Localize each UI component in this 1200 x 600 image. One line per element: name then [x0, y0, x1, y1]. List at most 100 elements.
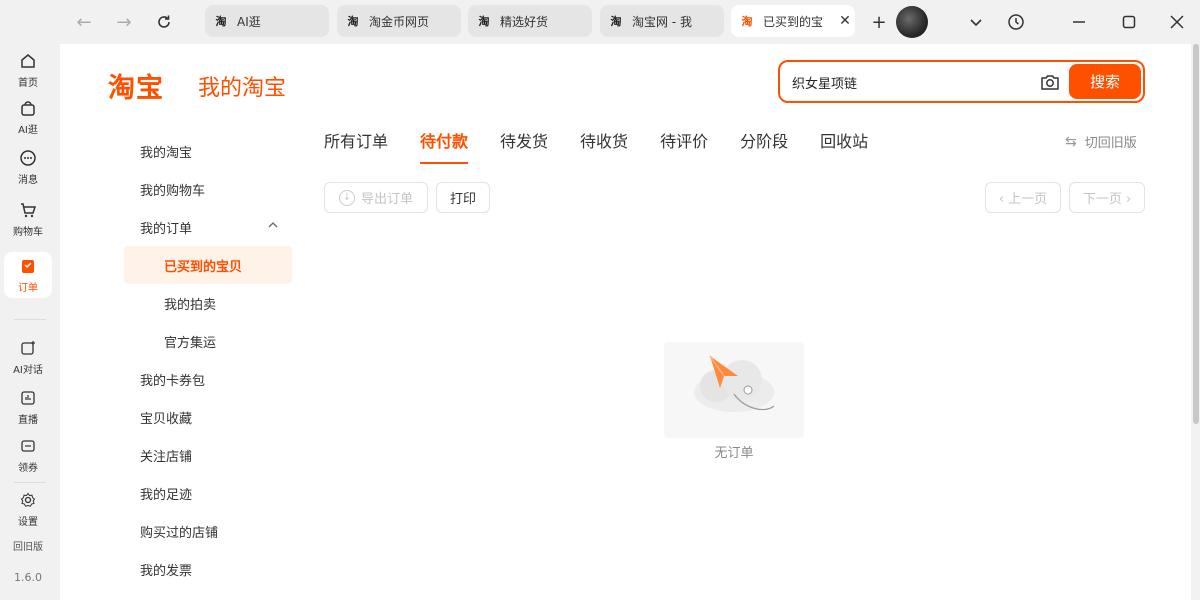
taobao-tab-icon: 淘 — [741, 15, 753, 28]
search-button[interactable]: 搜索 — [1069, 64, 1141, 99]
settings-icon — [18, 490, 38, 510]
tab-label: 精选好货 — [500, 14, 549, 29]
sidenav-item-cart[interactable]: 我的购物车 — [124, 170, 292, 208]
rail-item-messages[interactable]: 消息 — [4, 144, 52, 190]
export-orders-button[interactable]: ↓ 导出订单 — [324, 182, 428, 213]
version-label: 1.6.0 — [14, 571, 42, 584]
tab-label: 淘宝网 - 我 — [632, 14, 692, 29]
rail-label: AI逛 — [18, 125, 38, 136]
tab-label: 淘金币网页 — [369, 14, 430, 29]
prev-page-button[interactable]: ‹ 上一页 — [985, 182, 1061, 213]
bag-icon — [18, 98, 38, 118]
print-button[interactable]: 打印 — [436, 182, 490, 213]
taobao-tab-icon: 淘 — [478, 15, 490, 28]
window-close-icon[interactable] — [1162, 8, 1192, 36]
tab-all-orders[interactable]: 所有订单 — [324, 128, 388, 164]
order-icon — [18, 256, 38, 276]
sidenav-item-my-orders[interactable]: 我的订单 — [124, 208, 292, 246]
rail-item-home[interactable]: 首页 — [4, 47, 52, 93]
sidenav-label: 我的订单 — [140, 221, 193, 237]
rail-item-live[interactable]: 直播 — [4, 384, 52, 430]
live-icon — [18, 388, 38, 408]
ai-chat-icon — [18, 338, 38, 358]
reload-icon[interactable] — [150, 8, 178, 36]
tab-installments[interactable]: 分阶段 — [740, 128, 788, 164]
rail-label: 订单 — [18, 283, 38, 294]
search-input[interactable] — [792, 72, 1022, 92]
switch-old-label: 切回旧版 — [1084, 136, 1137, 151]
tab-pending-receipt[interactable]: 待收货 — [580, 128, 628, 164]
export-label: 导出订单 — [360, 192, 413, 207]
home-icon — [18, 51, 38, 71]
message-icon — [18, 148, 38, 168]
tab-pending-shipment[interactable]: 待发货 — [500, 128, 548, 164]
tab-pending-review[interactable]: 待评价 — [660, 128, 708, 164]
sidenav-item-invoices[interactable]: 我的发票 — [124, 550, 292, 588]
rail-item-coupons[interactable]: 领券 — [4, 432, 52, 478]
swap-icon: ⇆ — [1065, 133, 1077, 150]
search-box: 搜索 — [778, 60, 1145, 103]
rail-label: 设置 — [18, 517, 38, 528]
browser-tab[interactable]: 淘 精选好货 — [468, 5, 592, 37]
sidenav-item-auctions[interactable]: 我的拍卖 — [124, 284, 292, 322]
sidenav-item-my-taobao[interactable]: 我的淘宝 — [124, 132, 292, 170]
tab-label: 已买到的宝 — [763, 14, 824, 29]
next-page-button[interactable]: 下一页 › — [1069, 182, 1145, 213]
browser-topbar: ← → 淘 AI逛 淘 淘金币网页 淘 精选好货 淘 淘宝网 - 我 淘 已买到… — [0, 0, 1200, 44]
browser-tab[interactable]: 淘 淘金币网页 — [337, 5, 461, 37]
chevron-down-icon[interactable] — [961, 8, 991, 36]
side-nav: 我的淘宝 我的购物车 我的订单 已买到的宝贝 我的拍卖 官方集运 我的卡券包 宝… — [124, 132, 292, 588]
app-rail: 首页 AI逛 消息 购物车 订单 AI对话 直播 领券 设置 回旧版 1.6.0 — [0, 44, 60, 600]
avatar[interactable] — [896, 6, 928, 38]
maximize-icon[interactable] — [1114, 8, 1144, 36]
rail-label: 首页 — [18, 78, 38, 89]
sidenav-item-followed-shops[interactable]: 关注店铺 — [124, 436, 292, 474]
empty-orders-illustration — [664, 342, 804, 438]
taobao-tab-icon: 淘 — [610, 15, 622, 28]
switch-old-version[interactable]: ⇆ 切回旧版 — [1065, 132, 1137, 152]
minimize-icon[interactable] — [1064, 8, 1094, 36]
history-icon[interactable] — [1001, 8, 1031, 36]
sidenav-item-purchased-shops[interactable]: 购买过的店铺 — [124, 512, 292, 550]
cart-icon — [18, 200, 38, 220]
close-icon[interactable]: ✕ — [835, 13, 855, 29]
back-icon[interactable]: ← — [70, 8, 98, 36]
tab-pending-payment[interactable]: 待付款 — [420, 128, 469, 164]
rail-divider — [14, 319, 46, 320]
browser-tab[interactable]: 淘 淘宝网 - 我 — [600, 5, 724, 37]
scrollbar[interactable] — [1193, 44, 1199, 424]
main-page: 淘宝 我的淘宝 搜索 我的淘宝 我的购物车 我的订单 已买到的宝贝 我的拍卖 官… — [60, 44, 1191, 600]
rail-item-cart[interactable]: 购物车 — [4, 196, 52, 242]
browser-tab-active[interactable]: 淘 已买到的宝 ✕ — [731, 5, 855, 37]
tab-recycle-bin[interactable]: 回收站 — [820, 128, 868, 164]
tab-label: AI逛 — [237, 14, 261, 29]
taobao-tab-icon: 淘 — [347, 15, 359, 28]
sidenav-item-favorites[interactable]: 宝贝收藏 — [124, 398, 292, 436]
download-icon: ↓ — [338, 189, 355, 206]
taobao-tab-icon: 淘 — [215, 15, 227, 28]
browser-tab[interactable]: 淘 AI逛 — [205, 5, 329, 37]
coupon-icon — [18, 436, 38, 456]
plus-icon[interactable]: + — [865, 8, 893, 36]
rail-label: AI对话 — [13, 365, 43, 376]
order-tabs: 所有订单 待付款 待发货 待收货 待评价 分阶段 回收站 — [324, 128, 900, 164]
chevron-up-icon[interactable] — [268, 221, 278, 232]
rail-label: 消息 — [18, 175, 38, 186]
rail-divider — [14, 482, 46, 483]
rail-label: 购物车 — [13, 227, 43, 238]
sidenav-item-consolidation[interactable]: 官方集运 — [124, 322, 292, 360]
sidenav-item-footprints[interactable]: 我的足迹 — [124, 474, 292, 512]
forward-icon[interactable]: → — [110, 8, 138, 36]
page-title: 我的淘宝 — [198, 76, 287, 101]
rail-label: 直播 — [18, 415, 38, 426]
taobao-logo[interactable]: 淘宝 — [108, 66, 164, 105]
rail-label: 领券 — [18, 463, 38, 474]
back-old-version-link[interactable]: 回旧版 — [0, 538, 56, 553]
rail-item-orders[interactable]: 订单 — [4, 252, 52, 298]
rail-item-ai-chat[interactable]: AI对话 — [4, 334, 52, 380]
rail-item-ai-browse[interactable]: AI逛 — [4, 94, 52, 140]
rail-item-settings[interactable]: 设置 — [4, 486, 52, 532]
sidenav-item-purchased[interactable]: 已买到的宝贝 — [124, 246, 292, 284]
sidenav-item-coupons[interactable]: 我的卡券包 — [124, 360, 292, 398]
camera-icon[interactable] — [1038, 71, 1062, 93]
